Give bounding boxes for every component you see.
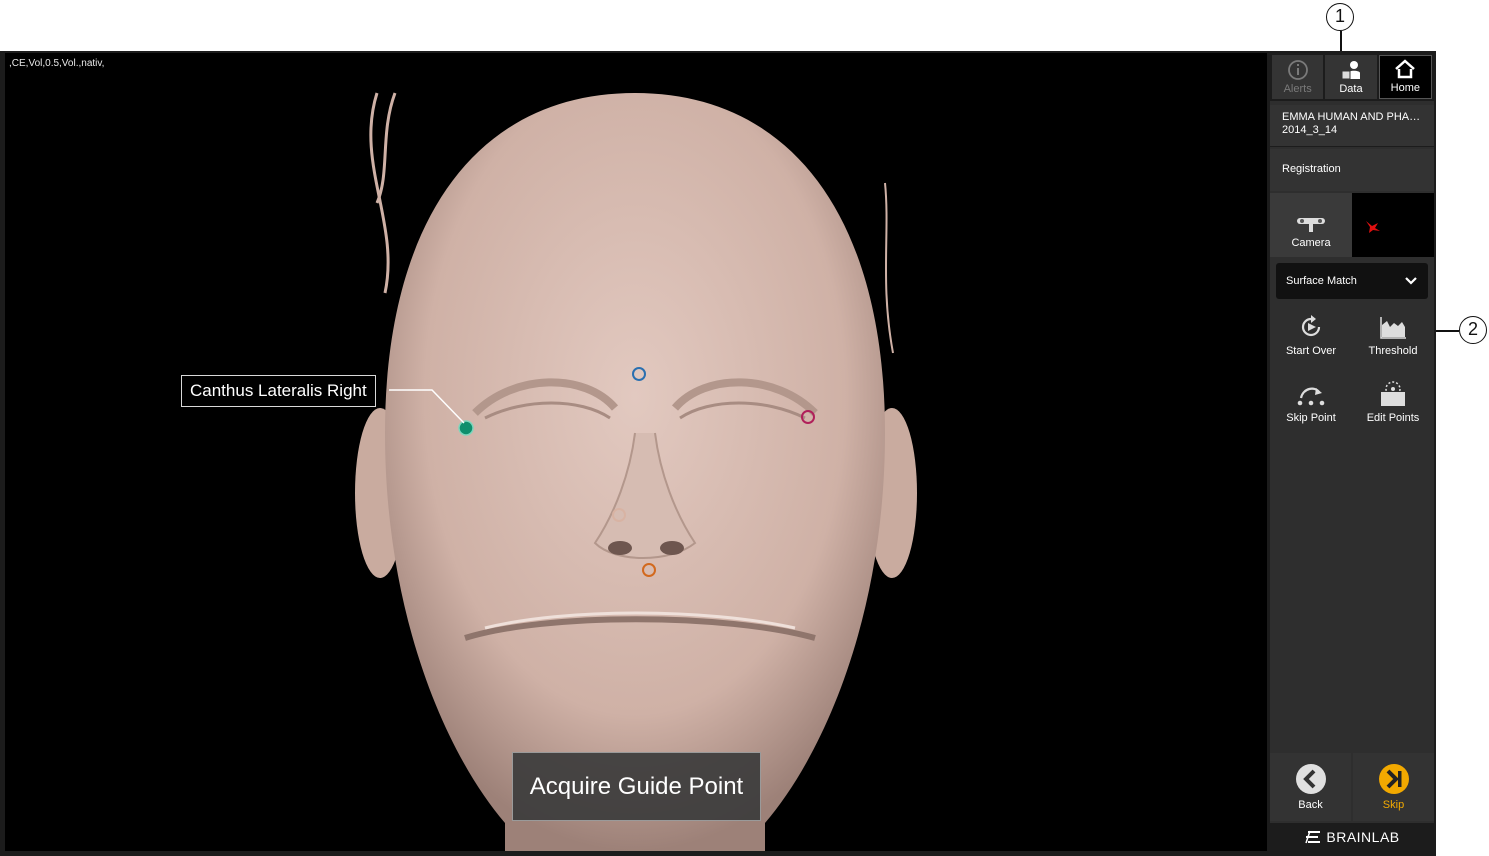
active-point-marker (458, 420, 474, 436)
edit-points-label: Edit Points (1366, 412, 1420, 424)
skip-point-label: Skip Point (1286, 412, 1336, 424)
brand-footer: BRAINLAB (1270, 823, 1434, 851)
skip-point-button[interactable]: Skip Point (1270, 372, 1352, 439)
edit-points-button[interactable]: Edit Points (1352, 372, 1434, 439)
registration-method-dropdown[interactable]: Surface Match (1276, 263, 1428, 299)
threshold-button[interactable]: Threshold (1352, 305, 1434, 372)
home-button[interactable]: Home (1378, 55, 1432, 99)
home-icon (1395, 59, 1416, 79)
patient-info[interactable]: EMMA HUMAN AND PHAN... 2014_3_14 (1270, 105, 1434, 147)
back-label: Back (1298, 799, 1323, 811)
alerts-button[interactable]: Alerts (1272, 55, 1324, 99)
data-label: Data (1339, 83, 1363, 95)
app-window: ,CE,Vol,0.5,Vol.,nativ, Canthus Laterali… (0, 51, 1436, 856)
callout-1: 1 (1326, 3, 1354, 31)
camera-button[interactable]: Camera (1270, 193, 1352, 257)
start-over-button[interactable]: Start Over (1270, 305, 1352, 372)
brainlab-logo-icon (1305, 830, 1321, 844)
data-button[interactable]: Data (1325, 55, 1377, 99)
camera-view (1352, 193, 1434, 257)
brand-name: BRAINLAB (1326, 829, 1400, 845)
threshold-label: Threshold (1368, 345, 1418, 357)
3d-viewer[interactable]: ,CE,Vol,0.5,Vol.,nativ, Canthus Laterali… (5, 53, 1267, 851)
tracking-marker-icon (1366, 221, 1380, 233)
skip-button[interactable]: Skip (1353, 753, 1434, 821)
workflow-step[interactable]: Registration (1270, 149, 1434, 191)
camera-label: Camera (1291, 237, 1331, 249)
sidebar: Alerts Data Home EMMA HUMAN AND PHAN... … (1270, 53, 1434, 851)
back-arrow-icon (1295, 764, 1326, 794)
head-render (355, 92, 917, 851)
skip-forward-icon (1378, 764, 1409, 794)
point-name-label: Canthus Lateralis Right (181, 375, 376, 407)
skip-point-icon (1297, 387, 1325, 406)
threshold-icon (1380, 317, 1406, 339)
callout-2: 2 (1459, 316, 1487, 344)
bottom-navigation: Back Skip (1270, 753, 1434, 821)
acquire-guide-point-message: Acquire Guide Point (512, 752, 761, 821)
camera-row: Camera (1270, 193, 1434, 257)
action-grid: Start Over Threshold Skip Point Edit Poi… (1270, 305, 1434, 439)
start-over-label: Start Over (1285, 345, 1337, 357)
chevron-down-icon (1405, 277, 1417, 285)
back-button[interactable]: Back (1270, 753, 1351, 821)
patient-data-icon (1341, 61, 1360, 80)
skip-label: Skip (1382, 799, 1405, 811)
patient-name: EMMA HUMAN AND PHAN... (1282, 111, 1422, 123)
camera-icon (1297, 218, 1325, 232)
patient-date: 2014_3_14 (1282, 124, 1338, 136)
edit-points-icon (1381, 381, 1405, 406)
alerts-label: Alerts (1283, 83, 1312, 95)
home-label: Home (1390, 82, 1420, 94)
dropdown-selected: Surface Match (1286, 275, 1357, 287)
restart-icon (1301, 315, 1321, 337)
top-navigation: Alerts Data Home (1270, 53, 1434, 101)
info-icon (1287, 60, 1308, 80)
